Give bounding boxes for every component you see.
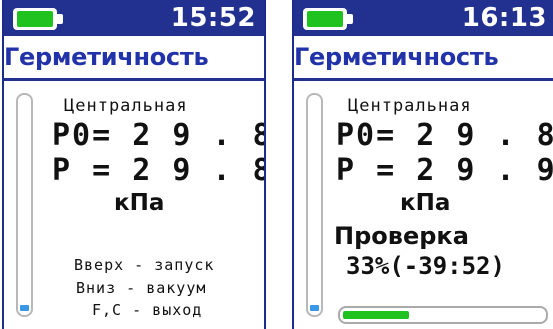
device-screen-left: 15:52 Герметичность Центральная P0= 2 9 … — [2, 0, 266, 329]
unit-label: кПа — [114, 190, 165, 216]
hint-exit: F,C - выход — [92, 301, 203, 319]
scrollbar[interactable] — [16, 93, 33, 317]
screen-title: Герметичность — [294, 43, 499, 71]
progress-text: 33%(-39:52) — [346, 252, 505, 280]
status-text: Проверка — [334, 222, 469, 250]
battery-level — [17, 11, 53, 27]
hint-start: Вверх - запуск — [74, 256, 215, 274]
scroll-thumb[interactable] — [310, 305, 319, 311]
scrollbar[interactable] — [306, 93, 323, 317]
status-bar: 15:52 — [4, 0, 264, 36]
battery-terminal — [347, 14, 353, 24]
zone-label: Центральная — [348, 96, 472, 116]
device-screen-right: 16:13 Герметичность Центральная P0= 2 9 … — [292, 0, 553, 329]
reading-p: P = 2 9 . 8 3 — [52, 153, 264, 188]
title-divider — [4, 78, 264, 81]
reading-p0: P0= 2 9 . 8 6 — [336, 118, 553, 153]
screen-title: Герметичность — [4, 43, 209, 71]
unit-label: кПа — [400, 190, 451, 216]
battery-terminal — [57, 14, 63, 24]
battery-icon — [13, 8, 63, 30]
zone-label: Центральная — [64, 96, 188, 116]
clock: 15:52 — [170, 3, 256, 33]
battery-level — [307, 11, 343, 27]
clock: 16:13 — [461, 3, 547, 33]
progress-bar — [338, 306, 548, 324]
reading-p: P = 2 9 . 9 4 — [336, 153, 553, 188]
progress-fill — [343, 311, 409, 319]
status-bar: 16:13 — [294, 0, 553, 36]
battery-icon — [303, 8, 353, 30]
scroll-thumb[interactable] — [20, 305, 29, 311]
title-divider — [294, 78, 553, 81]
hint-vacuum: Вниз - вакуум — [76, 279, 207, 297]
reading-p0: P0= 2 9 . 8 3 — [52, 118, 264, 153]
